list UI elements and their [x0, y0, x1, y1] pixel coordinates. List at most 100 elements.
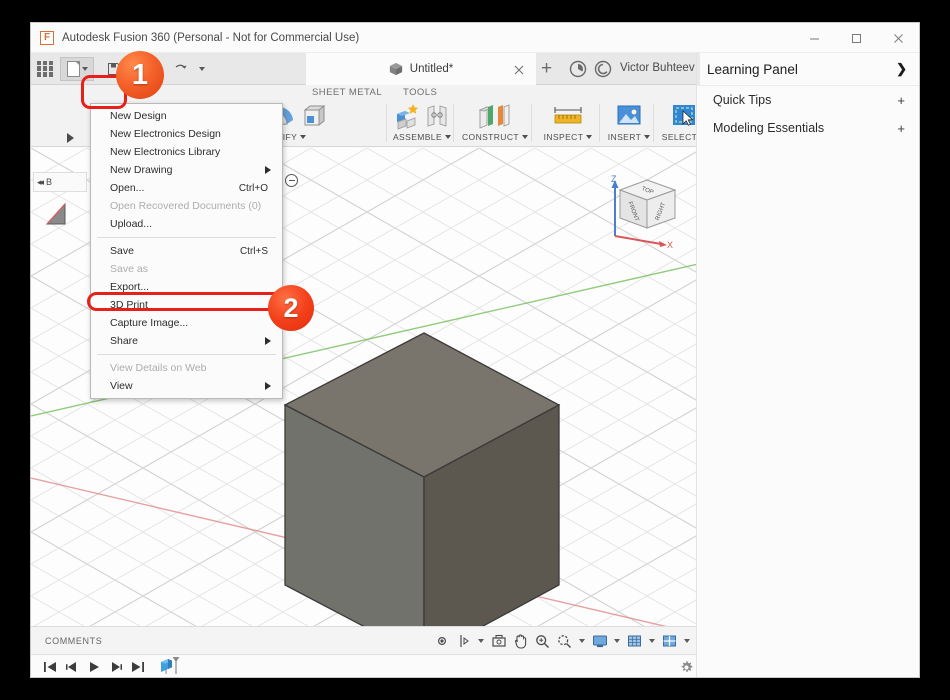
fit-icon[interactable]: [555, 630, 574, 652]
construct-label: CONSTRUCT: [462, 132, 519, 142]
shell-icon[interactable]: [301, 102, 327, 130]
new-tab-button[interactable]: +: [541, 60, 552, 77]
menu-item-view[interactable]: View: [91, 377, 282, 395]
menu-item-label: Capture Image...: [110, 317, 188, 329]
viewports-icon[interactable]: [660, 630, 679, 652]
chevron-right-icon[interactable]: ❯: [896, 61, 907, 77]
insert-label: INSERT: [608, 132, 641, 142]
ribbon-group-inspect[interactable]: INSPECT: [537, 100, 599, 147]
menu-item-open[interactable]: Open...Ctrl+O: [91, 179, 282, 197]
menu-item-capture-image[interactable]: Capture Image...: [91, 314, 282, 332]
grid-snap-icon[interactable]: [625, 630, 644, 652]
menu-item-shortcut: Ctrl+O: [239, 183, 268, 194]
submenu-arrow-icon: [265, 166, 271, 174]
menu-item-3d-print[interactable]: 3D Print: [91, 296, 282, 314]
close-icon[interactable]: [514, 62, 524, 80]
navigation-tools: [432, 627, 692, 655]
chevron-down-icon: [644, 135, 650, 139]
timeline-feature-box[interactable]: [159, 654, 183, 679]
expand-plus-icon[interactable]: +: [897, 121, 905, 136]
zoom-icon[interactable]: [533, 630, 552, 652]
play-icon[interactable]: [87, 661, 101, 673]
menu-item-label: View Details on Web: [110, 362, 207, 374]
new-component-icon[interactable]: [394, 102, 420, 130]
fusion-logo-icon: F: [40, 31, 54, 45]
select-label: SELECT: [662, 132, 697, 142]
axis-x-label: X: [667, 240, 673, 250]
menu-item-view-details-on-web: View Details on Web: [91, 359, 282, 377]
joint-icon[interactable]: [424, 102, 450, 130]
user-name-label[interactable]: Victor Buhteev: [620, 62, 695, 74]
fit-dropdown-icon[interactable]: [577, 630, 587, 652]
minimize-button[interactable]: [793, 23, 835, 53]
file-dropdown-menu[interactable]: New DesignNew Electronics DesignNew Elec…: [90, 103, 283, 399]
pan-icon[interactable]: [511, 630, 530, 652]
menu-item-save-as: Save as: [91, 260, 282, 278]
step-back-icon[interactable]: [65, 661, 79, 673]
window-title: Autodesk Fusion 360 (Personal - Not for …: [62, 32, 359, 44]
ribbon-group-construct[interactable]: CONSTRUCT: [459, 100, 531, 147]
ribbon-group-assemble[interactable]: ASSEMBLE: [391, 100, 453, 147]
expand-plus-icon[interactable]: +: [897, 93, 905, 108]
job-status-icon[interactable]: [569, 60, 587, 78]
browser-panel-header[interactable]: ◂◂ B: [33, 172, 87, 192]
annotation-badge-2: 2: [268, 285, 314, 331]
fusion360-window: F Autodesk Fusion 360 (Personal - Not fo…: [30, 22, 920, 678]
menu-item-label: 3D Print: [110, 299, 148, 311]
menu-item-save[interactable]: SaveCtrl+S: [91, 242, 282, 260]
display-mode-dropdown-icon[interactable]: [612, 630, 622, 652]
chevron-down-icon: [586, 135, 592, 139]
menu-item-new-design[interactable]: New Design: [91, 107, 282, 125]
submenu-arrow-icon: [265, 337, 271, 345]
menu-item-new-electronics-design[interactable]: New Electronics Design: [91, 125, 282, 143]
maximize-button[interactable]: [835, 23, 877, 53]
browser-label: B: [46, 177, 52, 187]
close-button[interactable]: [877, 23, 919, 53]
timeline-playback-controls: [43, 661, 145, 673]
annotation-badge-1: 1: [116, 51, 164, 99]
redo-icon[interactable]: [169, 56, 191, 82]
display-settings-icon[interactable]: [489, 630, 508, 652]
collapse-browser-icon[interactable]: ◂◂: [37, 177, 42, 188]
measure-icon[interactable]: [551, 102, 585, 130]
comments-button[interactable]: COMMENTS: [45, 636, 102, 646]
look-at-dropdown-icon[interactable]: [476, 630, 486, 652]
menu-item-share[interactable]: Share: [91, 332, 282, 350]
menu-item-upload[interactable]: Upload...: [91, 215, 282, 233]
ribbon-group-insert-label: INSERT: [608, 132, 650, 142]
go-to-beginning-icon[interactable]: [43, 661, 57, 673]
menu-item-label: Share: [110, 335, 138, 347]
tab-tools[interactable]: TOOLS: [403, 87, 437, 98]
menu-item-new-electronics-library[interactable]: New Electronics Library: [91, 143, 282, 161]
step-forward-icon[interactable]: [109, 661, 123, 673]
document-tab[interactable]: Untitled*: [306, 53, 536, 85]
ribbon-group-inspect-label: INSPECT: [544, 132, 593, 142]
app-grid-icon[interactable]: [37, 61, 53, 77]
menu-item-open-recovered-documents-0: Open Recovered Documents (0): [91, 197, 282, 215]
go-to-end-icon[interactable]: [131, 661, 145, 673]
select-icon[interactable]: [670, 102, 698, 130]
orbit-icon[interactable]: [432, 630, 451, 652]
learning-row-quick-tips[interactable]: Quick Tips +: [697, 86, 919, 114]
display-mode-icon[interactable]: [590, 630, 609, 652]
collapse-toolbar-icon[interactable]: [285, 174, 298, 187]
extensions-icon[interactable]: [594, 60, 612, 78]
learning-panel-title: Learning Panel ❯: [697, 53, 919, 86]
modeling-essentials-label: Modeling Essentials: [713, 121, 824, 135]
ribbon-group-insert[interactable]: INSERT: [605, 100, 653, 147]
ribbon-expand-arrow-icon[interactable]: [67, 133, 74, 143]
menu-item-new-drawing[interactable]: New Drawing: [91, 161, 282, 179]
tab-sheet-metal[interactable]: SHEET METAL: [312, 87, 382, 98]
construct-plane-icon[interactable]: [475, 102, 515, 130]
look-at-icon[interactable]: [454, 630, 473, 652]
chevron-down-icon: [522, 135, 528, 139]
redo-dropdown-icon[interactable]: [191, 56, 213, 82]
insert-image-icon[interactable]: [615, 102, 643, 130]
grid-snap-dropdown-icon[interactable]: [647, 630, 657, 652]
menu-item-export[interactable]: Export...: [91, 278, 282, 296]
gear-icon[interactable]: [679, 660, 694, 678]
learning-row-modeling-essentials[interactable]: Modeling Essentials +: [697, 114, 919, 142]
viewports-dropdown-icon[interactable]: [682, 630, 692, 652]
view-cube[interactable]: Z X TOP FRONT RIGHT: [599, 166, 689, 250]
menu-item-label: Open Recovered Documents (0): [110, 200, 261, 212]
